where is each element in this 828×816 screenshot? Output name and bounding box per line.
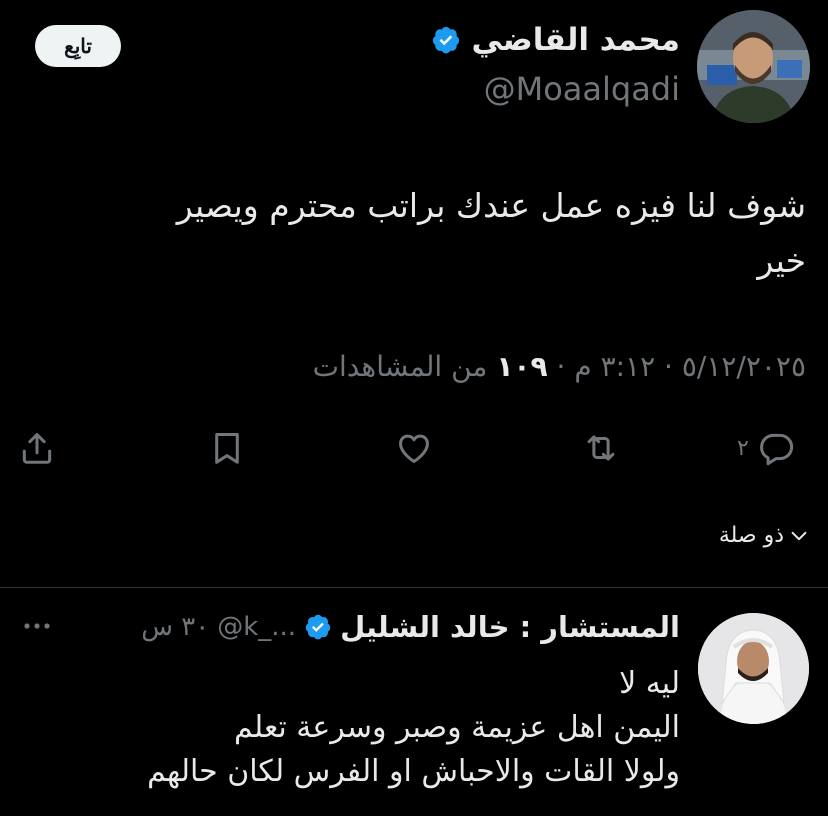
share-icon [22,433,52,464]
reply-timestamp[interactable]: ٣٠ س [141,612,209,642]
verified-badge-icon [433,26,460,54]
author-name-row[interactable]: محمد القاضي [431,22,680,58]
like-button[interactable] [395,428,433,468]
reply-icon [759,433,794,466]
views-label: من المشاهدات [312,350,488,383]
reply-count: ٢ [737,435,749,461]
reply-author-handle[interactable]: @k_... [217,612,296,642]
related-toggle[interactable]: ذو صلة [719,523,810,548]
follow-button[interactable]: تابِع [35,25,121,67]
bookmark-icon [215,433,239,464]
views-count: ١٠٩ [496,350,548,383]
divider [0,587,828,588]
tweet-text-line: شوف لنا فيزه عمل عندك براتب محترم ويصير [176,186,806,225]
more-options-icon[interactable] [22,616,52,636]
retweet-button[interactable] [582,428,620,468]
verified-badge-icon [305,614,331,640]
tweet-text: شوف لنا فيزه عمل عندك براتب محترم ويصير … [46,178,806,288]
related-label: ذو صلة [718,523,784,548]
reply-text-line: اليمن اهل عزيمة وصبر وسرعة تعلم [234,710,680,745]
tweet-text-line: خير [757,241,806,280]
reply-text-line: ولولا القات والاحباش او الفرس لكان حالهم [147,754,680,789]
meta-separator: · [547,350,566,383]
share-button[interactable] [18,428,56,468]
retweet-icon [587,435,615,461]
tweet-time[interactable]: ٣:١٢ م [574,350,655,383]
reply-author-name[interactable]: المستشار : خالد الشليل [340,610,680,644]
reply-header: المستشار : خالد الشليل @k_... ٣٠ س [141,610,680,644]
reply-text-line: ليه لا [619,666,680,701]
reply-button[interactable]: ٢ [737,428,795,468]
author-name[interactable]: محمد القاضي [471,22,680,58]
chevron-down-icon [791,531,807,540]
tweet-date[interactable]: ٥/١٢/٢٠٢٥ [682,350,806,383]
reply-author-avatar[interactable] [698,613,809,724]
bookmark-button[interactable] [208,428,246,468]
author-avatar[interactable] [697,10,810,123]
author-handle[interactable]: @Moaalqadi [484,70,680,108]
meta-separator: · [655,350,673,383]
reply-text: ليه لا اليمن اهل عزيمة وصبر وسرعة تعلم و… [60,662,680,794]
tweet-meta: ٥/١٢/٢٠٢٥ · ٣:١٢ م · ١٠٩ من المشاهدات [313,350,806,383]
heart-icon [399,434,429,463]
